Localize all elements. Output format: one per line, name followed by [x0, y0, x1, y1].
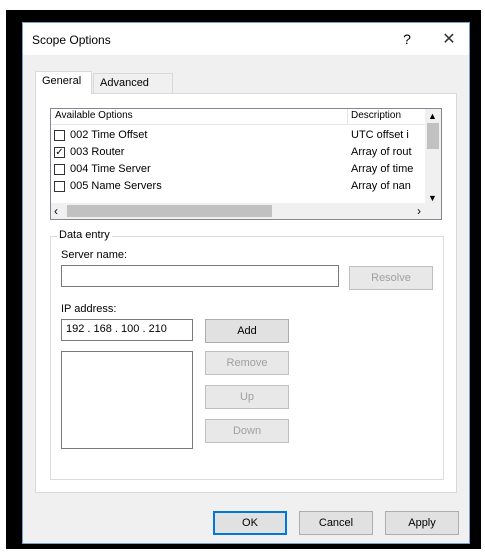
title-bar: Scope Options ? ✕ — [23, 23, 469, 55]
down-button[interactable]: Down — [205, 419, 289, 443]
tab-advanced[interactable]: Advanced — [93, 73, 173, 93]
available-options-list[interactable]: Available Options Description 002 Time O… — [50, 108, 442, 220]
option-row[interactable]: 004 Time Server Array of time — [51, 161, 429, 178]
window-title: Scope Options — [32, 33, 111, 47]
option-checkbox[interactable] — [54, 164, 65, 175]
vertical-scroll-thumb[interactable] — [427, 123, 439, 149]
option-row[interactable]: ✓ 003 Router Array of rout — [51, 144, 429, 161]
scroll-right-icon[interactable]: › — [417, 204, 421, 218]
tab-general[interactable]: General — [35, 71, 92, 94]
option-name: 005 Name Servers — [70, 180, 162, 192]
option-description: Array of time — [351, 163, 414, 175]
resolve-button[interactable]: Resolve — [349, 266, 433, 290]
server-name-input[interactable] — [61, 265, 339, 287]
option-checkbox[interactable] — [54, 130, 65, 141]
option-description: Array of nan — [351, 180, 411, 192]
up-button[interactable]: Up — [205, 385, 289, 409]
column-divider[interactable] — [347, 109, 348, 125]
ip-address-list[interactable] — [61, 351, 193, 449]
horizontal-scrollbar[interactable]: ‹ › — [51, 203, 441, 219]
vertical-scrollbar[interactable]: ▲ ▼ — [425, 109, 441, 205]
add-button[interactable]: Add — [205, 319, 289, 343]
option-name: 003 Router — [70, 146, 125, 158]
help-icon[interactable]: ? — [399, 31, 415, 47]
remove-button[interactable]: Remove — [205, 351, 289, 375]
scroll-left-icon[interactable]: ‹ — [54, 204, 58, 218]
option-checkbox[interactable] — [54, 181, 65, 192]
ip-address-label: IP address: — [61, 303, 117, 315]
column-header-available-options[interactable]: Available Options — [55, 110, 133, 121]
general-tab-panel: Available Options Description 002 Time O… — [35, 93, 457, 493]
scroll-down-icon[interactable]: ▼ — [428, 193, 437, 203]
scroll-up-icon[interactable]: ▲ — [428, 111, 437, 121]
horizontal-scroll-thumb[interactable] — [67, 205, 272, 217]
option-description: Array of rout — [351, 146, 412, 158]
scope-options-dialog: Scope Options ? ✕ General Advanced Avail… — [22, 22, 470, 544]
server-name-label: Server name: — [61, 249, 128, 261]
data-entry-group-label: Data entry — [57, 229, 112, 241]
ok-button[interactable]: OK — [213, 511, 287, 535]
list-header: Available Options Description — [51, 109, 441, 125]
option-name: 002 Time Offset — [70, 129, 148, 141]
column-header-description[interactable]: Description — [351, 110, 401, 121]
close-icon[interactable]: ✕ — [439, 29, 459, 49]
apply-button[interactable]: Apply — [385, 511, 459, 535]
cancel-button[interactable]: Cancel — [299, 511, 373, 535]
option-name: 004 Time Server — [70, 163, 151, 175]
option-checkbox-checked[interactable]: ✓ — [54, 147, 65, 158]
data-entry-group: Data entry Server name: Resolve IP addre… — [50, 229, 444, 480]
ip-address-input[interactable]: 192 . 168 . 100 . 210 — [61, 319, 193, 341]
option-row[interactable]: 002 Time Offset UTC offset i — [51, 127, 429, 144]
option-description: UTC offset i — [351, 129, 409, 141]
option-row[interactable]: 005 Name Servers Array of nan — [51, 178, 429, 195]
